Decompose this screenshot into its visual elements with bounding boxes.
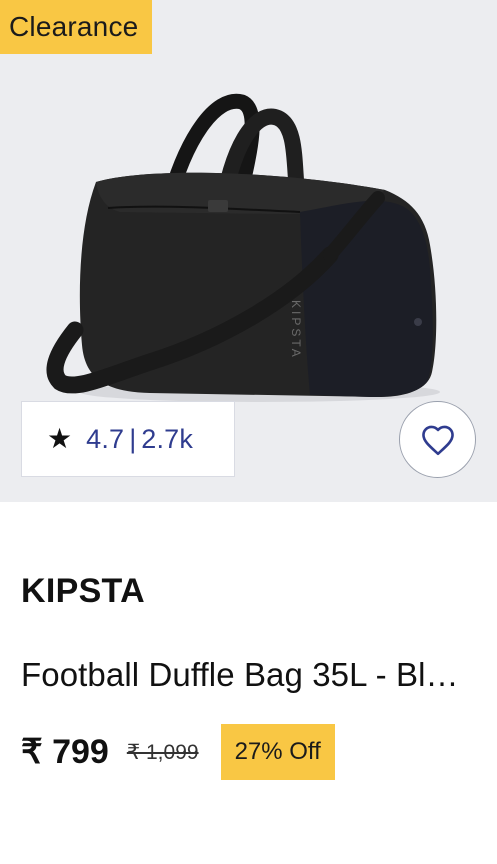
clearance-badge: Clearance bbox=[0, 0, 153, 54]
rating-score: 4.7 bbox=[86, 423, 125, 454]
rating-box: ★ 4.7 | 2.7k bbox=[21, 401, 235, 477]
wishlist-button[interactable] bbox=[399, 401, 476, 478]
heart-icon bbox=[421, 425, 454, 455]
clearance-badge-label: Clearance bbox=[9, 11, 139, 42]
discount-badge: 27% Off bbox=[220, 724, 335, 780]
bag-brand-text: KIPSTA bbox=[289, 300, 303, 360]
product-image-area[interactable]: KIPSTA Clearance ★ 4.7 | 2.7k bbox=[0, 0, 497, 502]
price-row: ₹ 799 ₹ 1,099 27% Off bbox=[21, 724, 335, 780]
product-card[interactable]: KIPSTA Clearance ★ 4.7 | 2.7k KIPSTA Foo… bbox=[0, 0, 497, 864]
product-title[interactable]: Football Duffle Bag 35L - Bl… bbox=[21, 656, 471, 694]
star-icon: ★ bbox=[47, 423, 73, 454]
original-price: ₹ 1,099 bbox=[126, 740, 199, 764]
rating-separator: | bbox=[129, 423, 137, 454]
rating-count: 2.7k bbox=[141, 423, 194, 454]
selling-price: ₹ 799 bbox=[21, 733, 109, 771]
product-brand: KIPSTA bbox=[21, 572, 145, 610]
